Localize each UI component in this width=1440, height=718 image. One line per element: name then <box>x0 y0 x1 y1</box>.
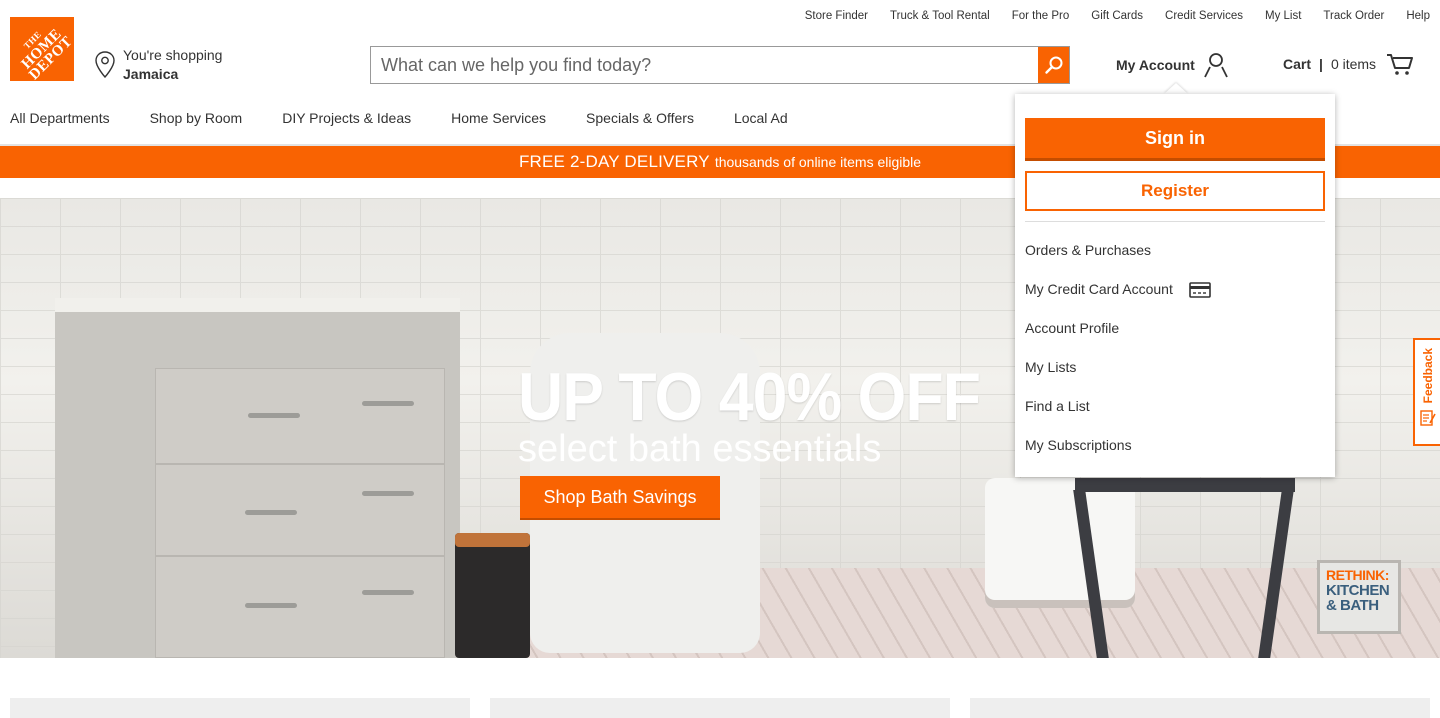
my-account-label: My Account <box>1116 57 1195 73</box>
menu-item-label: My Subscriptions <box>1025 437 1132 453</box>
cart-button[interactable]: Cart | 0 items <box>1283 52 1414 76</box>
hero-drawer-handle <box>362 491 414 496</box>
hero-vanity-drawer <box>155 368 445 464</box>
badge-line-kitchen: KITCHEN <box>1326 582 1390 599</box>
utility-link-truck-tool-rental[interactable]: Truck & Tool Rental <box>890 10 990 26</box>
dropdown-caret <box>1164 83 1188 94</box>
hero-drawer-handle <box>245 510 297 515</box>
hero-trash-bin-rim <box>455 533 530 547</box>
nav-diy-projects[interactable]: DIY Projects & Ideas <box>282 110 411 126</box>
menu-item-find-a-list[interactable]: Find a List <box>1025 398 1325 437</box>
badge-line-bath: & BATH <box>1326 597 1379 614</box>
location-store-name: Jamaica <box>123 66 179 82</box>
hero-drawer-handle <box>362 590 414 595</box>
store-location[interactable]: You're shopping Jamaica <box>93 46 222 84</box>
menu-item-label: My Credit Card Account <box>1025 281 1173 297</box>
search-icon <box>1044 56 1062 74</box>
search-bar <box>370 46 1070 84</box>
search-button[interactable] <box>1038 47 1069 83</box>
nav-specials-offers[interactable]: Specials & Offers <box>586 110 694 126</box>
cart-count: 0 items <box>1330 56 1377 72</box>
menu-item-label: Find a List <box>1025 398 1090 414</box>
utility-link-track-order[interactable]: Track Order <box>1323 10 1384 26</box>
hero-drawer-handle <box>248 413 300 418</box>
utility-link-store-finder[interactable]: Store Finder <box>805 10 868 26</box>
location-text: You're shopping Jamaica <box>123 46 222 84</box>
nav-all-departments[interactable]: All Departments <box>10 110 110 126</box>
shop-bath-savings-button[interactable]: Shop Bath Savings <box>520 476 720 518</box>
badge-line-rethink: RETHINK: <box>1326 567 1389 583</box>
menu-item-credit-card-account[interactable]: My Credit Card Account <box>1025 281 1325 320</box>
hero-drawer-handle <box>245 603 297 608</box>
dropdown-divider <box>1025 221 1325 222</box>
cart-separator: | <box>1319 56 1323 72</box>
promo-card[interactable] <box>490 698 950 718</box>
promo-card[interactable] <box>970 698 1430 718</box>
menu-item-label: Account Profile <box>1025 320 1120 336</box>
location-pin-icon <box>95 51 115 79</box>
search-input[interactable] <box>371 47 1038 83</box>
utility-link-help[interactable]: Help <box>1406 10 1430 26</box>
main-nav: All Departments Shop by Room DIY Project… <box>10 110 788 126</box>
hero-subheadline: select bath essentials <box>518 428 882 470</box>
hero-vanity-drawer <box>155 464 445 556</box>
user-icon <box>1204 53 1228 78</box>
nav-home-services[interactable]: Home Services <box>451 110 546 126</box>
promo-card[interactable] <box>10 698 470 718</box>
logo-wordmark: THE HOME DEPOT <box>10 17 74 81</box>
feedback-label: Feedback <box>1420 348 1435 404</box>
utility-link-my-list[interactable]: My List <box>1265 10 1301 26</box>
home-depot-logo[interactable]: THE HOME DEPOT <box>10 17 74 81</box>
nav-shop-by-room[interactable]: Shop by Room <box>150 110 243 126</box>
utility-link-gift-cards[interactable]: Gift Cards <box>1091 10 1143 26</box>
feedback-icon <box>1419 410 1436 427</box>
utility-link-credit-services[interactable]: Credit Services <box>1165 10 1243 26</box>
cart-icon <box>1387 54 1414 75</box>
nav-local-ad[interactable]: Local Ad <box>734 110 788 126</box>
my-account-button[interactable]: My Account <box>1116 52 1229 78</box>
hero-trash-bin-image <box>455 533 530 658</box>
banner-headline: FREE 2-DAY DELIVERY <box>518 152 710 171</box>
utility-link-for-the-pro[interactable]: For the Pro <box>1012 10 1070 26</box>
menu-item-orders-purchases[interactable]: Orders & Purchases <box>1025 242 1325 281</box>
menu-item-my-lists[interactable]: My Lists <box>1025 359 1325 398</box>
menu-item-my-subscriptions[interactable]: My Subscriptions <box>1025 437 1325 476</box>
credit-card-icon <box>1189 282 1211 298</box>
utility-nav: Store Finder Truck & Tool Rental For the… <box>805 10 1430 26</box>
hero-vanity-drawer <box>155 556 445 658</box>
menu-item-label: My Lists <box>1025 359 1077 375</box>
sign-in-button[interactable]: Sign in <box>1025 118 1325 158</box>
hero-headline: UP TO 40% OFF <box>518 359 981 435</box>
menu-item-label: Orders & Purchases <box>1025 242 1152 258</box>
hero-drawer-handle <box>362 401 414 406</box>
rethink-kitchen-bath-badge[interactable]: RETHINK: KITCHEN & BATH <box>1317 560 1401 634</box>
cart-label: Cart <box>1283 56 1312 72</box>
banner-subtext: thousands of online items eligible <box>714 154 922 170</box>
account-dropdown: Sign in Register Orders & Purchases My C… <box>1015 94 1335 477</box>
menu-item-account-profile[interactable]: Account Profile <box>1025 320 1325 359</box>
register-button[interactable]: Register <box>1025 171 1325 211</box>
feedback-tab[interactable]: Feedback <box>1413 338 1440 446</box>
location-prefix: You're shopping <box>123 47 223 63</box>
account-menu-list: Orders & Purchases My Credit Card Accoun… <box>1025 242 1325 476</box>
